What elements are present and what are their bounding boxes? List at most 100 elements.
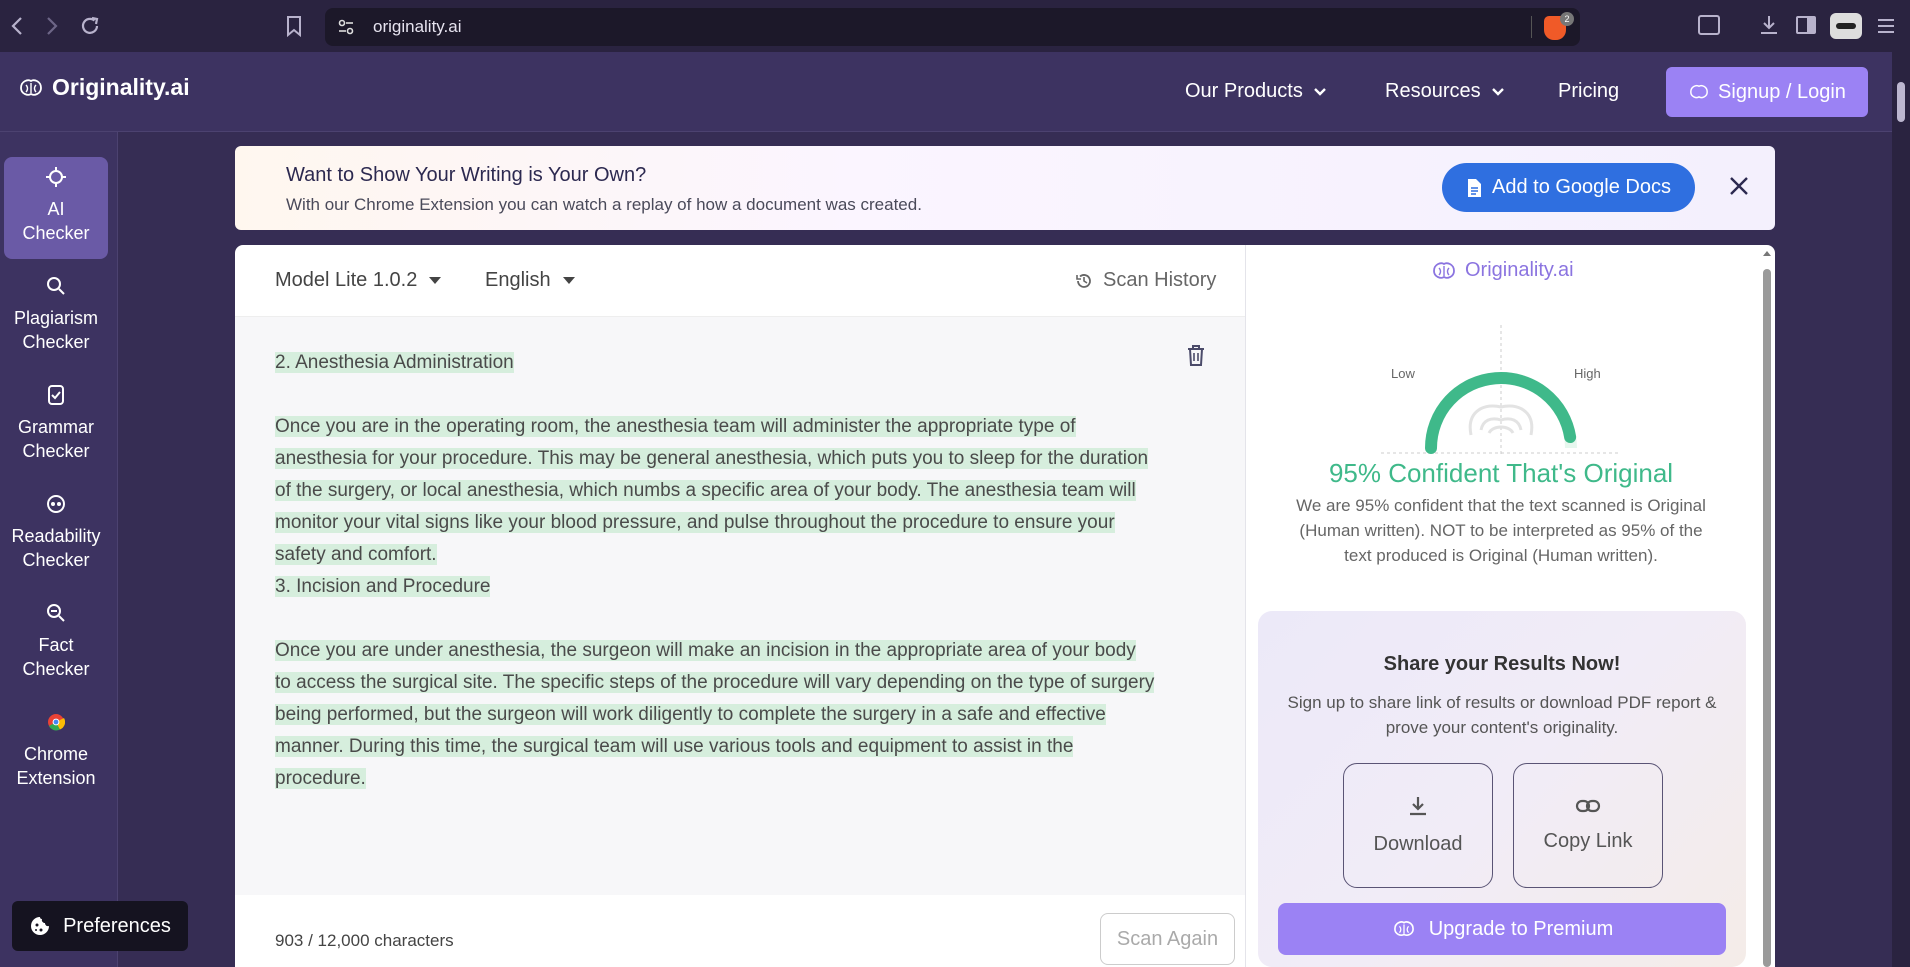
url-divider (1531, 16, 1532, 38)
profile-icon[interactable] (1830, 13, 1862, 39)
download-icon[interactable] (1758, 14, 1780, 41)
ai-chip-icon (44, 165, 68, 189)
share-description: Sign up to share link of results or down… (1287, 693, 1717, 737)
scan-again-button[interactable]: Scan Again (1100, 913, 1235, 965)
tools-sidebar: AI Checker Plagiarism Checker Grammar Ch… (0, 132, 118, 967)
banner-title: Want to Show Your Writing is Your Own? (286, 164, 647, 186)
nav-resources[interactable]: Resources (1385, 80, 1505, 103)
signup-login-label: Signup / Login (1718, 80, 1846, 103)
download-icon (1410, 797, 1426, 816)
chrome-extension-banner: Want to Show Your Writing is Your Own? W… (235, 146, 1775, 230)
gauge-low-label: Low (1391, 366, 1415, 381)
share-title: Share your Results Now! (1383, 653, 1621, 675)
nav-pricing-label: Pricing (1558, 80, 1620, 102)
back-icon[interactable] (3, 12, 31, 40)
gauge-high-label: High (1574, 366, 1601, 381)
results-scrollbar[interactable] (1762, 249, 1772, 967)
editor-panel: Model Lite 1.0.2 English Scan History 2.… (235, 245, 1245, 967)
highlighted-paragraph: Once you are under anesthesia, the surge… (275, 640, 1155, 789)
sidebar-item-chrome-extension[interactable]: Chrome Extension (4, 702, 108, 804)
forward-icon[interactable] (38, 12, 66, 40)
banner-subtitle: With our Chrome Extension you can watch … (286, 195, 922, 214)
check-doc-icon (44, 383, 68, 407)
brain-icon (1690, 84, 1708, 99)
download-label: Download (1373, 833, 1463, 855)
sidebar-item-readability-checker[interactable]: Readability Checker (4, 484, 108, 586)
page-scrollbar-thumb[interactable] (1897, 82, 1905, 122)
sidebar-item-grammar-checker[interactable]: Grammar Checker (4, 375, 108, 477)
language-select[interactable]: English (485, 269, 575, 292)
results-logo: Originality.ai (1431, 259, 1574, 282)
sidebar-item-label: Extension (16, 768, 96, 788)
copy-link-label: Copy Link (1543, 830, 1633, 852)
results-scrollbar-thumb[interactable] (1763, 269, 1771, 967)
fact-magnify-icon (44, 601, 68, 625)
site-settings-icon[interactable] (337, 19, 355, 35)
nav-resources-label: Resources (1385, 80, 1481, 102)
cookie-icon (31, 917, 50, 935)
gauge-fill (1425, 372, 1577, 454)
model-select-value: Model Lite 1.0.2 (275, 269, 418, 291)
share-results-card: Share your Results Now! Sign up to share… (1258, 611, 1746, 967)
highlighted-heading: 2. Anesthesia Administration (275, 352, 514, 373)
sidebar-item-label: Grammar (18, 417, 94, 437)
nav-pricing[interactable]: Pricing (1558, 80, 1619, 103)
sidebar-item-label: Fact (38, 635, 74, 655)
logo-text: Originality.ai (52, 74, 190, 100)
sidebar-toggle-icon[interactable] (1796, 16, 1816, 34)
bookmark-icon[interactable] (280, 12, 308, 40)
text-heading: 2. Anesthesia Administration (275, 347, 1155, 379)
sidebar-item-label: Checker (22, 659, 90, 679)
copy-link-button[interactable]: Copy Link (1513, 763, 1663, 888)
results-panel: Originality.ai Low High 95% Confident Th… (1245, 245, 1775, 967)
confidence-gauge: Low High (1381, 325, 1621, 455)
signup-login-button[interactable]: Signup / Login (1666, 67, 1868, 117)
language-select-value: English (485, 269, 551, 291)
sidebar-item-label: Checker (22, 441, 90, 461)
reload-icon[interactable] (76, 12, 104, 40)
site-logo[interactable]: Originality.ai (18, 74, 190, 101)
text-paragraph: Once you are under anesthesia, the surge… (275, 635, 1155, 795)
scan-history-button[interactable]: Scan History (1075, 269, 1216, 292)
nav-our-products-label: Our Products (1185, 80, 1303, 102)
address-bar[interactable]: originality.ai 2 (325, 8, 1580, 46)
scan-history-label: Scan History (1103, 269, 1217, 291)
profile-glasses (1836, 23, 1856, 29)
screenshot-icon[interactable] (1698, 15, 1720, 35)
page-scrollbar[interactable] (1892, 52, 1910, 967)
sidebar-item-plagiarism-checker[interactable]: Plagiarism Checker (4, 266, 108, 368)
brain-icon (1393, 921, 1414, 936)
sidebar-item-label: Checker (22, 223, 90, 243)
sidebar-item-label: Checker (22, 550, 90, 570)
confidence-title: 95% Confident That's Original (1328, 458, 1674, 488)
menu-icon[interactable] (1876, 17, 1896, 40)
confidence-description: We are 95% confident that the text scann… (1296, 496, 1706, 565)
editor-footer: 903 / 12,000 characters Scan Again (235, 895, 1245, 967)
caret-down-icon (562, 277, 575, 284)
close-icon[interactable] (1725, 172, 1753, 200)
preferences-label: Preferences (63, 914, 171, 937)
text-editor[interactable]: 2. Anesthesia Administration Once you ar… (235, 317, 1245, 895)
sidebar-toggle-pane (1807, 18, 1814, 32)
chrome-icon (44, 710, 68, 734)
sidebar-item-label: Plagiarism (13, 308, 99, 328)
highlighted-heading: 3. Incision and Procedure (275, 576, 491, 597)
sidebar-item-fact-checker[interactable]: Fact Checker (4, 593, 108, 695)
editor-toolbar: Model Lite 1.0.2 English Scan History (235, 245, 1245, 317)
history-icon (1076, 273, 1091, 288)
add-to-google-docs-button[interactable]: Add to Google Docs (1442, 163, 1695, 212)
sidebar-item-label: Checker (22, 332, 90, 352)
scroll-up-icon (1763, 251, 1771, 256)
readability-icon (44, 492, 68, 516)
add-to-google-docs-label: Add to Google Docs (1492, 176, 1671, 198)
gauge-track (1425, 372, 1577, 449)
sidebar-item-ai-checker[interactable]: AI Checker (4, 157, 108, 259)
nav-our-products[interactable]: Our Products (1185, 80, 1327, 103)
download-button[interactable]: Download (1343, 763, 1493, 888)
trash-icon[interactable] (1187, 345, 1207, 367)
caret-down-icon (429, 277, 442, 284)
model-select[interactable]: Model Lite 1.0.2 (275, 269, 442, 292)
upgrade-to-premium-button[interactable]: Upgrade to Premium (1278, 903, 1726, 955)
sidebar-item-label: Readability (11, 526, 101, 546)
preferences-button[interactable]: Preferences (12, 901, 188, 951)
